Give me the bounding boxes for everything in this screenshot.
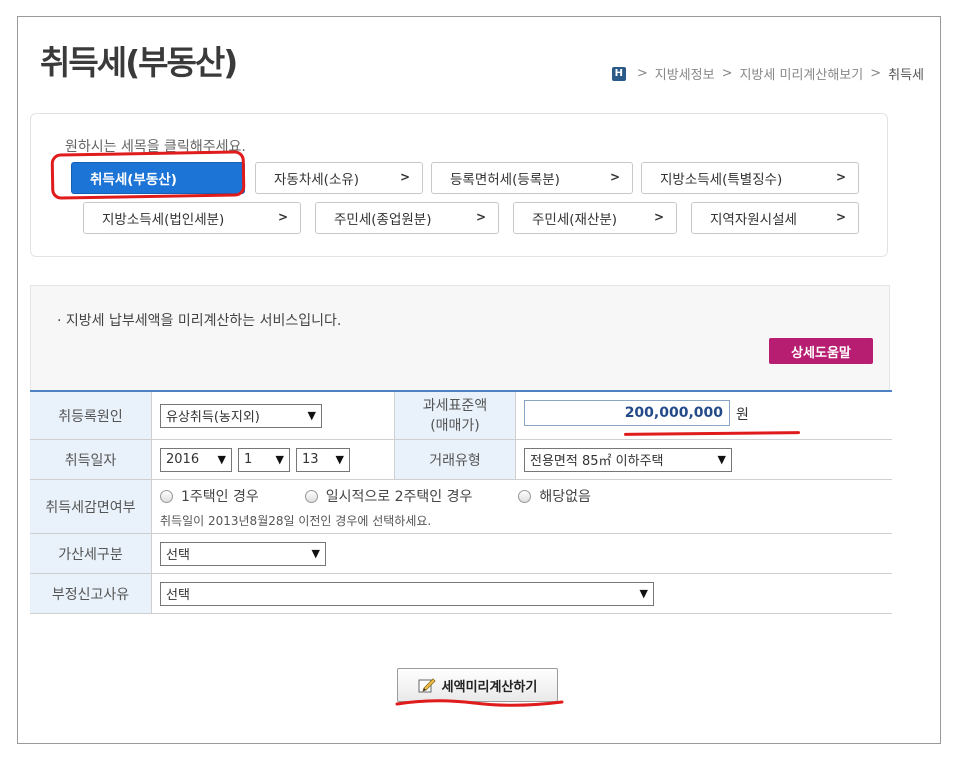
breadcrumb-current: 취득세 <box>888 68 924 83</box>
tax-base-input[interactable]: 200,000,000 <box>524 400 730 426</box>
home-icon[interactable]: H <box>611 66 626 81</box>
improper-report-label: 부정신고사유 <box>30 574 152 613</box>
breadcrumb-separator: > <box>870 66 882 81</box>
breadcrumb-separator: > <box>721 66 733 81</box>
tax-item-resident-employee[interactable]: 주민세(종업원분) > <box>315 202 499 234</box>
tax-item-label: 지역자원시설세 <box>710 212 797 228</box>
dropdown-arrow-icon: ▼ <box>217 452 226 466</box>
radio-button[interactable] <box>518 489 532 503</box>
acquisition-date-cell: 2016 ▼ 1 ▼ 13 ▼ <box>152 440 394 479</box>
info-box: · 지방세 납부세액을 미리계산하는 서비스입니다. 상세도움말 <box>30 285 890 391</box>
annotation-red-underline <box>395 699 564 707</box>
breadcrumb-separator: > <box>636 66 648 81</box>
tax-item-local-income-special[interactable]: 지방소득세(특별징수) > <box>641 162 859 194</box>
calculate-button-label: 세액미리계산하기 <box>441 679 538 695</box>
year-select[interactable]: 2016 ▼ <box>160 447 232 472</box>
tax-item-label: 주민세(종업원분) <box>334 212 432 228</box>
improper-report-select[interactable]: 선택 ▼ <box>160 581 654 606</box>
chevron-right-icon: > <box>475 210 486 224</box>
acquisition-date-label: 취득일자 <box>30 440 152 479</box>
radio-label: 1주택인 경우 <box>181 489 259 505</box>
tax-base-label-line2: (매매가) <box>430 417 480 434</box>
page-title: 취득세(부동산) <box>40 43 238 82</box>
chevron-right-icon: > <box>835 170 846 184</box>
tax-item-label: 자동차세(소유) <box>274 172 360 188</box>
tax-item-label: 지방소득세(특별징수) <box>660 172 783 188</box>
transaction-type-cell: 전용면적 85㎡ 이하주택 ▼ <box>516 440 892 479</box>
acquisition-cause-label: 취등록원인 <box>30 392 152 439</box>
form-row-reduction: 취득세감면여부 1주택인 경우 일시적으로 2주택인 경우 해당없음 취득일이 … <box>30 480 892 534</box>
dropdown-arrow-icon: ▼ <box>307 408 316 422</box>
tax-item-local-income-corporate[interactable]: 지방소득세(법인세분) > <box>83 202 301 234</box>
dropdown-arrow-icon: ▼ <box>639 586 648 600</box>
form-row-surcharge: 가산세구분 선택 ▼ <box>30 534 892 574</box>
acquisition-cause-value: 유상취득(농지외) <box>166 410 260 425</box>
day-value: 13 <box>302 452 319 467</box>
annotation-red-circle <box>50 150 246 200</box>
tax-base-label: 과세표준액 (매매가) <box>394 392 516 439</box>
tax-base-cell: 200,000,000 원 <box>516 392 892 439</box>
radio-label: 일시적으로 2주택인 경우 <box>325 489 473 505</box>
radio-not-applicable[interactable]: 해당없음 <box>518 486 591 506</box>
improper-report-value: 선택 <box>166 588 190 603</box>
year-value: 2016 <box>166 452 200 467</box>
radio-button[interactable] <box>304 489 318 503</box>
annotation-red-underline <box>623 431 801 436</box>
chevron-right-icon: > <box>609 170 620 184</box>
reduction-label: 취득세감면여부 <box>30 480 152 533</box>
pencil-edit-icon <box>418 677 436 693</box>
chevron-right-icon: > <box>277 210 288 224</box>
tax-item-label: 지방소득세(법인세분) <box>102 212 225 228</box>
breadcrumb: H > 지방세정보 > 지방세 미리계산해보기 > 취득세 <box>611 64 924 83</box>
form-row-date: 취득일자 2016 ▼ 1 ▼ 13 ▼ 거래유형 전용면적 85㎡ 이하주택 … <box>30 440 892 480</box>
breadcrumb-item[interactable]: 지방세 미리계산해보기 <box>739 64 863 83</box>
surcharge-value: 선택 <box>166 548 190 563</box>
radio-button[interactable] <box>160 489 173 503</box>
acquisition-cause-cell: 유상취득(농지외) ▼ <box>152 392 394 439</box>
tax-type-selector: 원하시는 세목을 클릭해주세요. 취득세(부동산) 자동차세(소유) > 등록면… <box>30 113 888 257</box>
tax-item-vehicle[interactable]: 자동차세(소유) > <box>255 162 423 194</box>
dropdown-arrow-icon: ▼ <box>335 452 344 466</box>
tax-item-registration-license[interactable]: 등록면허세(등록분) > <box>431 162 633 194</box>
reduction-note: 취득일이 2013년8월28일 이전인 경우에 선택하세요. <box>160 514 432 528</box>
transaction-type-value: 전용면적 85㎡ 이하주택 <box>530 454 664 469</box>
detailed-help-button[interactable]: 상세도움말 <box>769 338 873 364</box>
radio-single-home[interactable]: 1주택인 경우 <box>160 486 259 506</box>
dropdown-arrow-icon: ▼ <box>717 452 726 466</box>
chevron-right-icon: > <box>653 210 664 224</box>
chevron-right-icon: > <box>399 170 410 184</box>
transaction-type-label: 거래유형 <box>394 440 516 479</box>
surcharge-cell: 선택 ▼ <box>152 534 892 573</box>
service-description: · 지방세 납부세액을 미리계산하는 서비스입니다. <box>57 313 342 329</box>
tax-item-label: 등록면허세(등록분) <box>450 172 560 188</box>
form-row-acquisition: 취등록원인 유상취득(농지외) ▼ 과세표준액 (매매가) 200,000,00… <box>30 392 892 440</box>
acquisition-cause-select[interactable]: 유상취득(농지외) ▼ <box>160 403 322 428</box>
calculation-form: 취등록원인 유상취득(농지외) ▼ 과세표준액 (매매가) 200,000,00… <box>30 390 892 614</box>
dropdown-arrow-icon: ▼ <box>275 452 284 466</box>
tax-base-unit: 원 <box>736 407 749 423</box>
radio-label: 해당없음 <box>539 489 591 505</box>
month-value: 1 <box>244 452 253 467</box>
surcharge-label: 가산세구분 <box>30 534 152 573</box>
breadcrumb-item[interactable]: 지방세정보 <box>655 64 715 83</box>
form-row-improper-report: 부정신고사유 선택 ▼ <box>30 574 892 614</box>
tax-item-regional-resource[interactable]: 지역자원시설세 > <box>691 202 859 234</box>
reduction-cell: 1주택인 경우 일시적으로 2주택인 경우 해당없음 취득일이 2013년8월2… <box>152 480 892 533</box>
tax-item-resident-property[interactable]: 주민세(재산분) > <box>513 202 677 234</box>
surcharge-select[interactable]: 선택 ▼ <box>160 541 326 566</box>
tax-base-label-line1: 과세표준액 <box>422 397 488 414</box>
improper-report-cell: 선택 ▼ <box>152 574 892 613</box>
radio-temporary-two-homes[interactable]: 일시적으로 2주택인 경우 <box>304 486 473 506</box>
tax-item-label: 주민세(재산분) <box>532 212 618 228</box>
day-select[interactable]: 13 ▼ <box>296 447 350 472</box>
transaction-type-select[interactable]: 전용면적 85㎡ 이하주택 ▼ <box>524 447 732 472</box>
dropdown-arrow-icon: ▼ <box>311 546 320 560</box>
month-select[interactable]: 1 ▼ <box>238 447 290 472</box>
chevron-right-icon: > <box>835 210 846 224</box>
